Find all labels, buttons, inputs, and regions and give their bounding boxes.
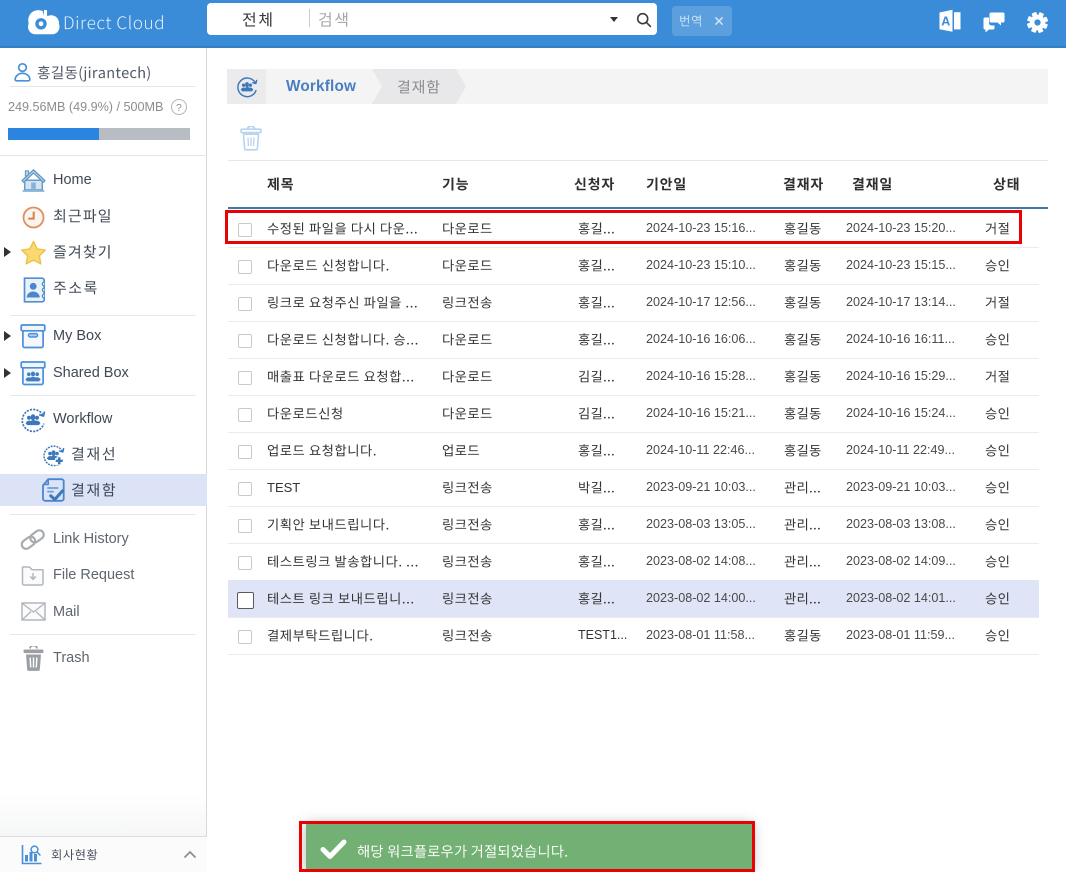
svg-text:A: A [941,15,950,29]
